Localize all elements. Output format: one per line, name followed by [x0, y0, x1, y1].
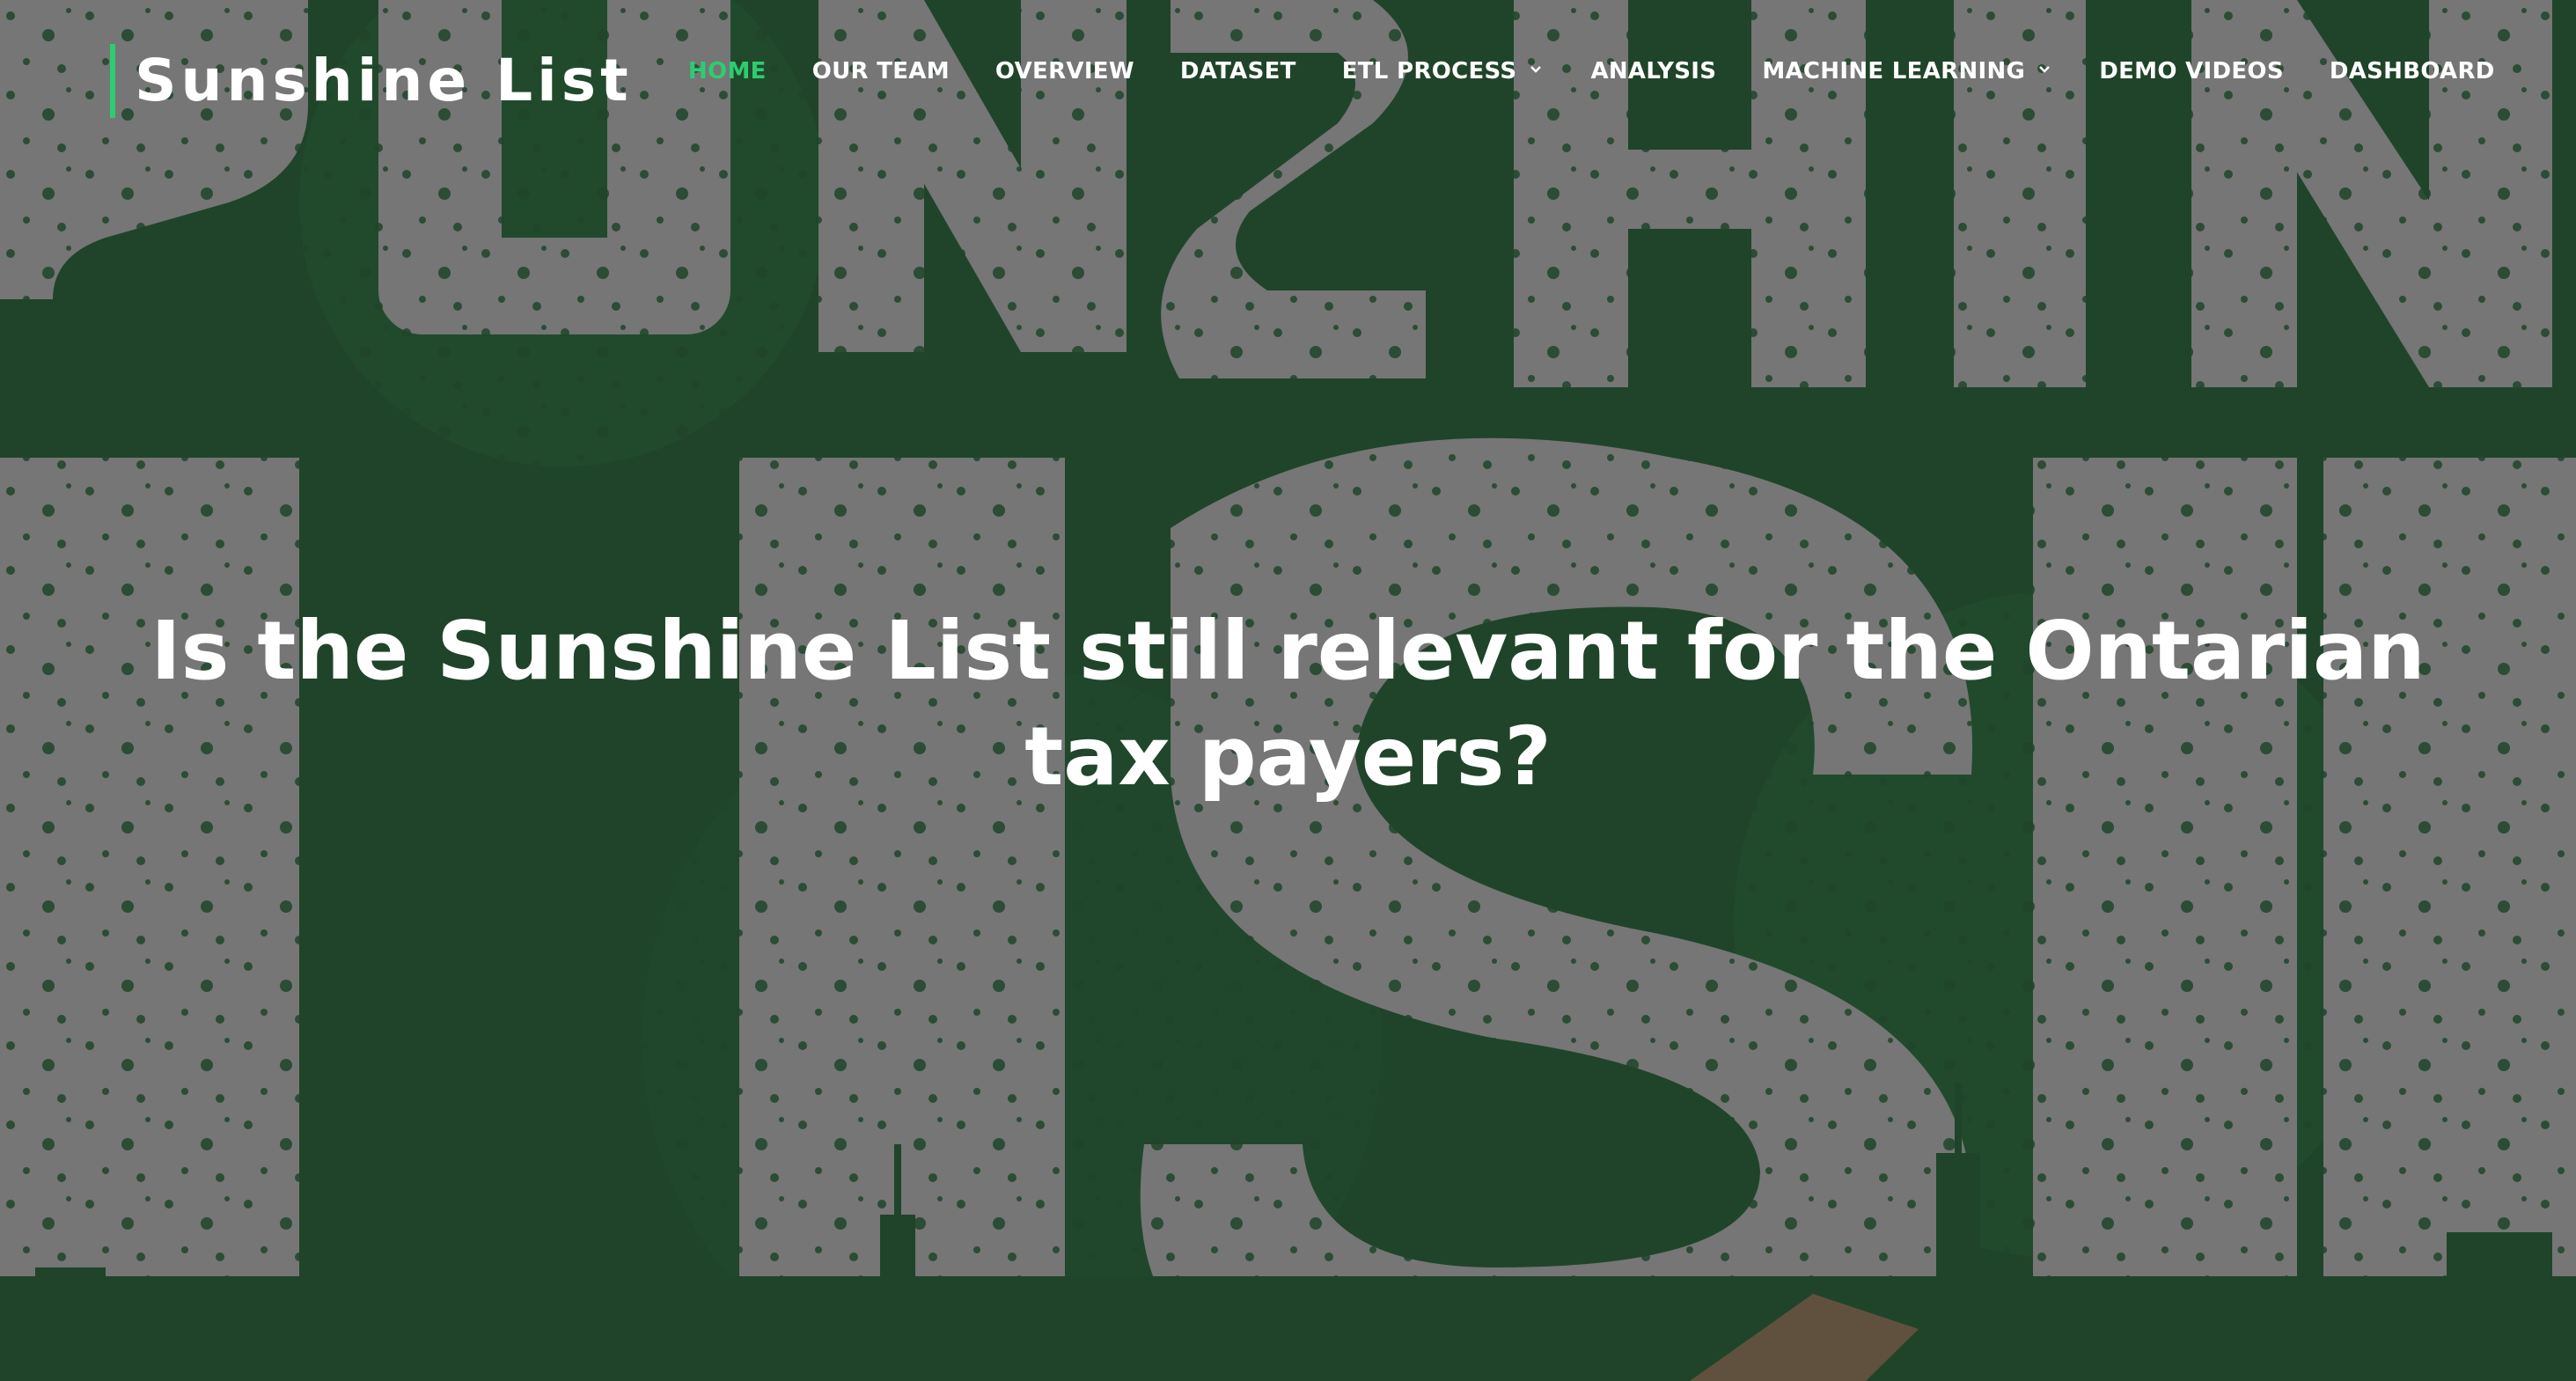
site-header: Sunshine List HOME OUR TEAM OVERVIEW DAT…	[0, 0, 2576, 158]
nav-item-label[interactable]: HOME	[688, 58, 767, 84]
chevron-down-icon[interactable]	[1527, 61, 1545, 78]
nav-item-machine-learning[interactable]: MACHINE LEARNING	[1762, 58, 2053, 84]
nav-item-home[interactable]: HOME	[688, 58, 767, 84]
nav-item-label[interactable]: DATASET	[1180, 58, 1296, 84]
nav-item-our-team[interactable]: OUR TEAM	[812, 58, 950, 84]
site-logo-text[interactable]: Sunshine List	[135, 52, 633, 110]
main-nav: HOME OUR TEAM OVERVIEW DATASET ETL PROCE…	[688, 58, 2495, 84]
nav-item-label[interactable]: OVERVIEW	[995, 58, 1134, 84]
nav-item-label[interactable]: ETL PROCESS	[1342, 58, 1517, 84]
nav-item-demo-videos[interactable]: DEMO VIDEOS	[2099, 58, 2284, 84]
nav-item-dataset[interactable]: DATASET	[1180, 58, 1296, 84]
hero-section: Sunshine List HOME OUR TEAM OVERVIEW DAT…	[0, 0, 2576, 1381]
nav-item-etl-process[interactable]: ETL PROCESS	[1342, 58, 1545, 84]
nav-item-label[interactable]: ANALYSIS	[1590, 58, 1716, 84]
nav-item-dashboard[interactable]: DASHBOARD	[2330, 58, 2495, 84]
hero-title: Is the Sunshine List still relevant for …	[150, 604, 2426, 804]
nav-item-analysis[interactable]: ANALYSIS	[1590, 58, 1716, 84]
site-logo[interactable]: Sunshine List	[110, 44, 633, 118]
nav-item-label[interactable]: DASHBOARD	[2330, 58, 2495, 84]
chevron-down-icon[interactable]	[2036, 61, 2053, 78]
nav-item-label[interactable]: OUR TEAM	[812, 58, 950, 84]
nav-item-overview[interactable]: OVERVIEW	[995, 58, 1134, 84]
nav-item-label[interactable]: MACHINE LEARNING	[1762, 58, 2025, 84]
nav-item-label[interactable]: DEMO VIDEOS	[2099, 58, 2284, 84]
